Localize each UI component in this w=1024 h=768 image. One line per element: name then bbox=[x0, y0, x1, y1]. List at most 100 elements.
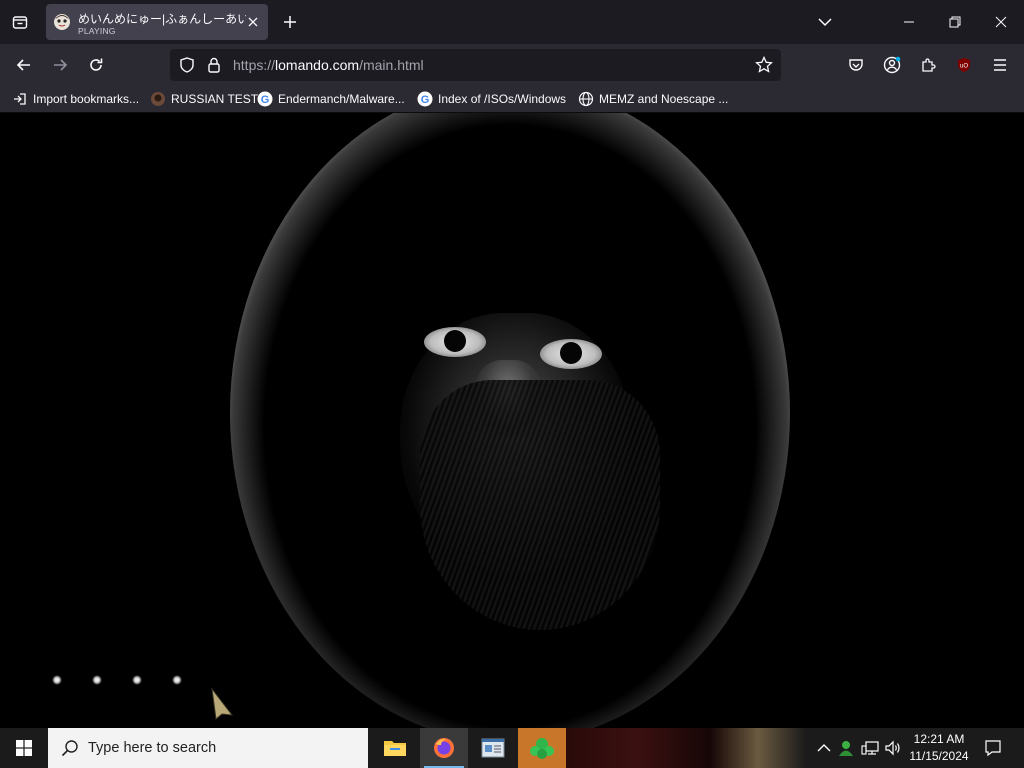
google-icon: G bbox=[417, 91, 433, 107]
globe-icon bbox=[578, 91, 594, 107]
notification-icon bbox=[985, 740, 1001, 757]
svg-text:G: G bbox=[261, 94, 270, 106]
bookmark-memz[interactable]: MEMZ and Noescape ... bbox=[578, 90, 728, 108]
ublock-origin-button[interactable]: uO bbox=[949, 50, 979, 80]
account-icon bbox=[883, 56, 901, 74]
restore-button[interactable] bbox=[932, 0, 978, 44]
google-icon: G bbox=[257, 91, 273, 107]
tray-network[interactable] bbox=[860, 738, 880, 758]
bookmark-russian-test[interactable]: RUSSIAN TEST bbox=[150, 90, 258, 108]
tray-volume[interactable] bbox=[883, 738, 903, 758]
windows-taskbar: Type here to search 12:21 AM 11/15/2024 bbox=[0, 728, 1024, 768]
tab-list-button[interactable] bbox=[0, 0, 40, 44]
arrow-left-icon bbox=[16, 59, 30, 71]
tab-title: めいんめにゅー|ふぁんしーあいろ bbox=[78, 12, 246, 26]
mouse-cursor-icon bbox=[211, 687, 234, 720]
taskbar-news-app[interactable] bbox=[469, 728, 517, 768]
clock-date: 11/15/2024 bbox=[909, 749, 969, 763]
sparkle-dot bbox=[92, 675, 102, 685]
right-eye-image bbox=[540, 339, 602, 369]
minimize-icon bbox=[904, 21, 914, 23]
restore-icon bbox=[949, 16, 961, 28]
taskbar-wallpaper-strip bbox=[566, 728, 806, 768]
sparkle-dot bbox=[172, 675, 182, 685]
close-icon bbox=[995, 16, 1007, 28]
puzzle-icon bbox=[922, 58, 936, 72]
shield-icon bbox=[180, 57, 194, 73]
speaker-icon bbox=[885, 740, 900, 756]
tray-user-app[interactable] bbox=[836, 738, 856, 758]
bookmark-import[interactable]: Import bookmarks... bbox=[12, 90, 139, 108]
star-icon bbox=[755, 56, 773, 73]
tab-playing-label: PLAYING bbox=[78, 26, 116, 36]
tab-close-button[interactable] bbox=[244, 13, 262, 31]
extensions-button[interactable] bbox=[913, 50, 943, 80]
russian-test-favicon-icon bbox=[150, 91, 166, 107]
pocket-icon bbox=[849, 59, 863, 71]
game-character-icon bbox=[530, 738, 554, 759]
tab-list-icon bbox=[12, 16, 28, 29]
url-path: /main.html bbox=[359, 57, 424, 73]
reload-icon bbox=[90, 58, 103, 71]
close-window-button[interactable] bbox=[978, 0, 1024, 44]
navigation-toolbar: https://lomando.com/main.html uO bbox=[0, 44, 1024, 85]
search-placeholder: Type here to search bbox=[88, 740, 217, 756]
ublock-origin-icon: uO bbox=[958, 58, 970, 72]
network-icon bbox=[861, 741, 879, 755]
news-window-icon bbox=[481, 738, 505, 758]
user-green-icon bbox=[839, 741, 853, 756]
back-button[interactable] bbox=[9, 50, 39, 80]
arrow-right-icon bbox=[54, 59, 68, 71]
import-icon bbox=[12, 91, 28, 107]
reload-button[interactable] bbox=[81, 50, 111, 80]
hamburger-menu-icon bbox=[994, 59, 1006, 71]
url-bar[interactable]: https://lomando.com/main.html bbox=[170, 49, 781, 81]
tracking-protection-button[interactable] bbox=[178, 56, 196, 74]
bookmark-endermanch[interactable]: G Endermanch/Malware... bbox=[257, 90, 405, 108]
taskbar-search-box[interactable]: Type here to search bbox=[48, 728, 368, 768]
bookmark-label: Endermanch/Malware... bbox=[278, 92, 405, 106]
windows-logo-icon bbox=[16, 740, 32, 756]
show-hidden-icons-button[interactable] bbox=[814, 738, 834, 758]
bookmarks-toolbar: Import bookmarks... RUSSIAN TEST G Ender… bbox=[0, 85, 1024, 113]
app-menu-button[interactable] bbox=[985, 50, 1015, 80]
taskbar-game-app[interactable] bbox=[518, 728, 566, 768]
start-button[interactable] bbox=[0, 728, 48, 768]
clock-time: 12:21 AM bbox=[913, 732, 965, 746]
account-button[interactable] bbox=[877, 50, 907, 80]
folder-icon bbox=[384, 741, 406, 756]
firefox-icon bbox=[434, 738, 454, 758]
chevron-up-icon bbox=[817, 744, 831, 752]
url-scheme: https:// bbox=[233, 57, 276, 73]
search-icon bbox=[60, 738, 80, 758]
hair-overlay bbox=[420, 380, 660, 630]
taskbar-clock[interactable]: 12:21 AM 11/15/2024 bbox=[906, 731, 972, 765]
pocket-button[interactable] bbox=[841, 50, 871, 80]
close-icon bbox=[248, 17, 258, 27]
bookmark-star-button[interactable] bbox=[755, 56, 773, 74]
tab-favicon-icon bbox=[54, 14, 70, 30]
taskbar-file-explorer[interactable] bbox=[371, 728, 419, 768]
bookmark-label: MEMZ and Noescape ... bbox=[599, 92, 729, 106]
tab-active[interactable]: めいんめにゅー|ふぁんしーあいろ PLAYING bbox=[46, 4, 268, 40]
action-center-button[interactable] bbox=[978, 728, 1008, 768]
svg-text:uO: uO bbox=[960, 64, 968, 70]
svg-text:G: G bbox=[421, 94, 430, 106]
left-eye-image bbox=[424, 327, 486, 357]
bookmark-label: Import bookmarks... bbox=[33, 92, 140, 106]
site-info-button[interactable] bbox=[205, 56, 223, 74]
new-tab-button[interactable] bbox=[276, 8, 304, 36]
browser-titlebar: めいんめにゅー|ふぁんしーあいろ PLAYING bbox=[0, 0, 1024, 44]
url-host: lomando.com bbox=[275, 57, 360, 73]
bookmark-label: RUSSIAN TEST bbox=[171, 92, 259, 106]
url-text[interactable]: https://lomando.com/main.html bbox=[233, 57, 424, 73]
bookmark-label: Index of /ISOs/Windows bbox=[438, 92, 567, 106]
taskbar-firefox[interactable] bbox=[420, 728, 468, 768]
bookmark-isos-windows[interactable]: G Index of /ISOs/Windows bbox=[417, 90, 566, 108]
chevron-down-icon bbox=[818, 18, 832, 27]
plus-icon bbox=[284, 16, 296, 28]
list-all-tabs-button[interactable] bbox=[802, 0, 848, 44]
web-page-content[interactable] bbox=[0, 113, 1024, 728]
minimize-button[interactable] bbox=[886, 0, 932, 44]
forward-button[interactable] bbox=[45, 50, 75, 80]
